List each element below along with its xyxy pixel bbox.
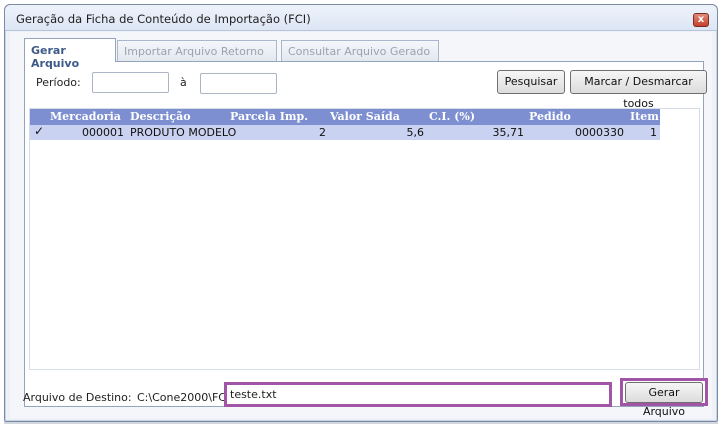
fci-window: Geração da Ficha de Conteúdo de Importaç… xyxy=(4,4,718,422)
column-header-item[interactable]: Item xyxy=(630,110,659,123)
periodo-label: Período: xyxy=(36,76,81,89)
cell-parcela-imp: 2 xyxy=(319,126,326,139)
grid-header: Mercadoria Descrição Parcela Imp. Valor … xyxy=(30,109,660,125)
column-header-valor-saida[interactable]: Valor Saída xyxy=(330,110,400,123)
tab-consultar-arquivo-gerado[interactable]: Consultar Arquivo Gerado xyxy=(281,40,439,61)
periodo-start-input[interactable] xyxy=(92,72,169,93)
destination-path: C:\Cone2000\FCI\ xyxy=(137,391,233,404)
row-check-icon[interactable]: ✓ xyxy=(34,124,44,138)
cell-item: 1 xyxy=(650,126,657,139)
column-header-parcela-imp[interactable]: Parcela Imp. xyxy=(230,110,308,123)
tab-importar-arquivo-retorno[interactable]: Importar Arquivo Retorno xyxy=(117,40,277,61)
cell-descricao: PRODUTO MODELO xyxy=(130,126,237,139)
results-grid: Mercadoria Descrição Parcela Imp. Valor … xyxy=(29,108,700,370)
search-button[interactable]: Pesquisar xyxy=(497,70,565,94)
column-header-ci[interactable]: C.I. (%) xyxy=(429,110,475,123)
cell-valor-saida: 5,6 xyxy=(406,126,425,139)
window-client: Gerar Arquivo Importar Arquivo Retorno C… xyxy=(10,32,712,418)
tab-gerar-arquivo[interactable]: Gerar Arquivo xyxy=(24,38,116,70)
cell-pedido: 0000330 xyxy=(575,126,624,139)
toggle-all-button[interactable]: Marcar / Desmarcar todos xyxy=(570,70,707,110)
window-title: Geração da Ficha de Conteúdo de Importaç… xyxy=(16,12,311,26)
column-header-pedido[interactable]: Pedido xyxy=(529,110,571,123)
periodo-end-input[interactable] xyxy=(200,73,277,94)
tab-panel-gerar-arquivo: Período: à Pesquisar Marcar / Desmarcar … xyxy=(24,61,707,407)
destination-label: Arquivo de Destino: xyxy=(23,391,132,404)
window-shadow xyxy=(4,422,718,424)
column-header-mercadoria[interactable]: Mercadoria xyxy=(50,110,121,123)
table-row[interactable]: ✓ 000001 PRODUTO MODELO 2 5,6 35,71 0000… xyxy=(30,124,660,140)
generate-button-highlight: Gerar Arquivo xyxy=(620,378,708,418)
title-bar: Geração da Ficha de Conteúdo de Importaç… xyxy=(5,5,717,31)
cell-mercadoria: 000001 xyxy=(82,126,124,139)
column-header-descricao[interactable]: Descrição xyxy=(130,110,191,123)
cell-ci: 35,71 xyxy=(492,126,525,139)
generate-file-button[interactable]: Gerar Arquivo xyxy=(625,382,703,418)
destination-filename-input[interactable]: teste.txt xyxy=(224,382,612,407)
periodo-separator: à xyxy=(180,76,187,89)
close-icon[interactable]: x xyxy=(693,13,709,27)
